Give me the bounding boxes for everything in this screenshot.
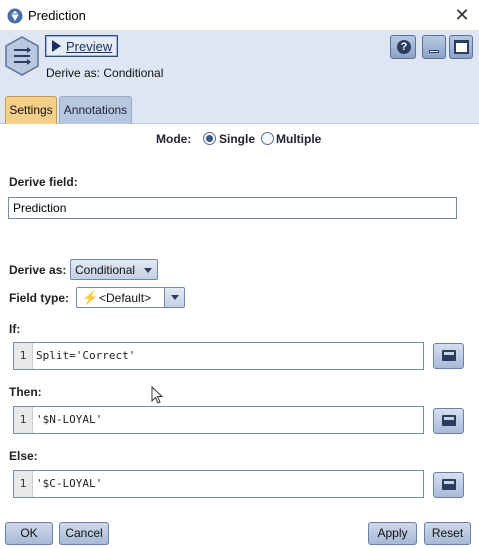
gem-icon: [7, 8, 23, 24]
chevron-down-icon: [164, 288, 184, 307]
line-number: 1: [14, 471, 33, 497]
reset-button[interactable]: Reset: [424, 522, 471, 545]
else-expression-builder-button[interactable]: [433, 472, 464, 498]
else-expression-editor[interactable]: 1 '$C-LOYAL': [13, 470, 424, 498]
then-expression-editor[interactable]: 1 '$N-LOYAL': [13, 406, 424, 434]
field-type-value: <Default>: [99, 291, 152, 305]
derive-as-dropdown[interactable]: Conditional: [70, 259, 158, 280]
maximize-button[interactable]: [449, 35, 473, 59]
calculator-icon: [442, 350, 456, 361]
tab-settings[interactable]: Settings: [5, 96, 57, 124]
tab-annotations[interactable]: Annotations: [59, 96, 132, 124]
if-expression[interactable]: Split='Correct': [36, 349, 135, 362]
apply-button[interactable]: Apply: [368, 522, 417, 545]
preview-button[interactable]: Preview: [45, 35, 118, 57]
mode-label: Mode:: [156, 132, 192, 146]
lightning-icon: ⚡: [82, 290, 99, 305]
node-header: Preview Derive as: Conditional ?: [0, 31, 479, 94]
derive-field-label: Derive field:: [9, 175, 78, 189]
title-bar: Prediction ✕: [0, 0, 479, 31]
field-type-label: Field type:: [9, 291, 70, 305]
derive-node-icon: [5, 36, 39, 76]
mode-single-label[interactable]: Single: [219, 132, 255, 146]
minimize-icon: [429, 50, 439, 53]
else-expression[interactable]: '$C-LOYAL': [36, 477, 102, 490]
window-title: Prediction: [28, 8, 86, 23]
chevron-down-icon: [144, 268, 152, 273]
mode-multiple-label[interactable]: Multiple: [276, 132, 321, 146]
mode-multiple-radio[interactable]: [261, 132, 274, 145]
derive-as-value: Conditional: [75, 263, 136, 277]
calculator-icon: [442, 415, 456, 426]
tab-bar: Settings Annotations: [0, 94, 479, 124]
preview-label: Preview: [66, 39, 113, 54]
close-icon[interactable]: ✕: [452, 5, 472, 25]
minimize-button[interactable]: [422, 35, 446, 59]
derive-field-input[interactable]: [8, 197, 457, 219]
line-number: 1: [14, 407, 33, 433]
if-expression-builder-button[interactable]: [433, 343, 464, 369]
maximize-icon: [454, 40, 469, 54]
derive-summary: Derive as: Conditional: [46, 66, 164, 80]
then-label: Then:: [9, 385, 42, 399]
if-expression-editor[interactable]: 1 Split='Correct': [13, 342, 424, 370]
mode-single-radio[interactable]: [203, 132, 216, 145]
cancel-button[interactable]: Cancel: [59, 522, 109, 545]
calculator-icon: [442, 479, 456, 490]
then-expression[interactable]: '$N-LOYAL': [36, 413, 102, 426]
mouse-cursor-icon: [151, 386, 164, 404]
help-button[interactable]: ?: [390, 35, 416, 59]
ok-button[interactable]: OK: [5, 522, 53, 545]
settings-panel: Mode: Single Multiple Derive field: Deri…: [0, 125, 479, 515]
field-type-dropdown[interactable]: ⚡ <Default>: [76, 287, 185, 308]
derive-as-label: Derive as:: [9, 263, 67, 277]
else-label: Else:: [9, 449, 38, 463]
then-expression-builder-button[interactable]: [433, 408, 464, 434]
dialog-footer: OK Cancel Apply Reset: [0, 515, 479, 549]
line-number: 1: [14, 343, 33, 369]
play-icon: [52, 40, 61, 52]
help-icon: ?: [397, 40, 411, 54]
if-label: If:: [9, 322, 21, 336]
